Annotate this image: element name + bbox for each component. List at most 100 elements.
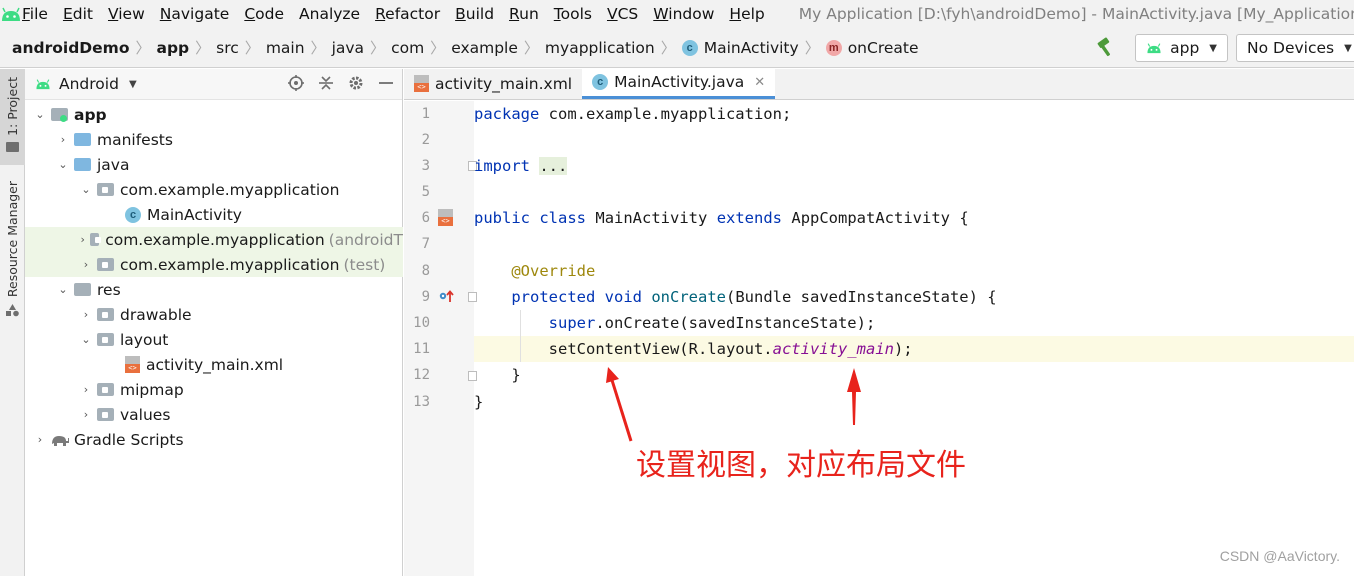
override-gutter-icon[interactable] (438, 289, 454, 303)
menu-edit[interactable]: Edit (63, 5, 93, 23)
chevron-right-icon[interactable]: › (33, 433, 47, 446)
breadcrumb-separator-icon: 〉 (660, 39, 676, 57)
tree-item-mainactivity[interactable]: c MainActivity (25, 202, 403, 227)
chevron-down-icon[interactable]: ⌄ (79, 183, 93, 196)
tree-item-gradle-scripts[interactable]: › Gradle Scripts (25, 427, 403, 452)
chevron-down-icon[interactable]: ⌄ (33, 108, 47, 121)
tree-item-label: app (74, 105, 107, 124)
code-field: activity_main (772, 340, 894, 358)
tree-item-res[interactable]: ⌄ res (25, 277, 403, 302)
android-icon (35, 78, 51, 90)
tree-item-layout[interactable]: ⌄ layout (25, 327, 403, 352)
code-text: MainActivity (595, 209, 708, 227)
close-icon[interactable]: ✕ (754, 75, 765, 90)
tree-item-values[interactable]: › values (25, 402, 403, 427)
tree-item-manifests[interactable]: › manifests (25, 127, 403, 152)
chevron-down-icon[interactable]: ▼ (129, 79, 137, 90)
code-line: package com.example.myapplication; (474, 101, 1354, 127)
folded-code[interactable]: ... (539, 157, 568, 175)
tree-item-package-test[interactable]: › com.example.myapplication (test) (25, 252, 403, 277)
chevron-down-icon[interactable]: ⌄ (56, 283, 70, 296)
hammer-build-icon[interactable] (1095, 37, 1117, 59)
menu-refactor[interactable]: Refactor (375, 5, 440, 23)
breadcrumb-java[interactable]: java (332, 39, 364, 57)
chevron-down-icon[interactable]: ⌄ (79, 333, 93, 346)
tab-resource-manager[interactable]: Resource Manager (0, 181, 25, 331)
menu-run[interactable]: Run (509, 5, 539, 23)
code-line: protected void onCreate(Bundle savedInst… (474, 284, 1354, 310)
line-number: 1 (421, 106, 430, 122)
chevron-right-icon[interactable]: › (79, 258, 93, 271)
breadcrumb-myapplication[interactable]: myapplication (545, 39, 655, 57)
tree-item-app[interactable]: ⌄ app (25, 102, 403, 127)
menu-navigate[interactable]: Navigate (160, 5, 230, 23)
editor-tabs: <> activity_main.xml c MainActivity.java… (404, 68, 1354, 100)
menu-bar: File Edit View Navigate Code Analyze Ref… (0, 0, 1354, 28)
tab-activity-main-xml[interactable]: <> activity_main.xml (404, 68, 582, 99)
folder-icon (74, 283, 91, 296)
tree-item-java[interactable]: ⌄ java (25, 152, 403, 177)
tab-project-label: 1: Project (5, 77, 20, 136)
device-select[interactable]: No Devices ▼ (1236, 34, 1354, 62)
locate-icon[interactable] (288, 74, 304, 95)
tree-item-package[interactable]: ⌄ com.example.myapplication (25, 177, 403, 202)
menu-window[interactable]: Window (653, 5, 714, 23)
menu-view[interactable]: View (108, 5, 145, 23)
menu-code[interactable]: Code (244, 5, 284, 23)
menu-vcs[interactable]: VCS (607, 5, 638, 23)
breadcrumb-method[interactable]: m onCreate (825, 39, 919, 57)
window-title: My Application [D:\fyh\androidDemo] - Ma… (798, 5, 1354, 23)
class-icon: c (592, 74, 609, 90)
chevron-right-icon[interactable]: › (56, 133, 70, 146)
menu-tools[interactable]: Tools (554, 5, 592, 23)
package-icon (97, 183, 114, 196)
chevron-down-icon: ▼ (1344, 42, 1352, 54)
collapse-all-icon[interactable] (318, 75, 334, 95)
breadcrumb-src[interactable]: src (216, 39, 239, 57)
chevron-right-icon[interactable]: › (79, 233, 86, 246)
tree-item-mipmap[interactable]: › mipmap (25, 377, 403, 402)
tab-mainactivity-java[interactable]: c MainActivity.java ✕ (582, 68, 776, 99)
code-line: import ... (474, 153, 1354, 179)
minimize-icon[interactable] (378, 75, 394, 95)
tree-item-label: com.example.myapplication (120, 180, 340, 199)
chevron-right-icon[interactable]: › (79, 408, 93, 421)
tree-item-label: MainActivity (147, 205, 242, 224)
tab-label: MainActivity.java (614, 73, 745, 91)
tree-item-drawable[interactable]: › drawable (25, 302, 403, 327)
code-text: } (511, 366, 521, 384)
menu-file[interactable]: File (22, 5, 48, 23)
breadcrumb-separator-icon: 〉 (370, 39, 386, 57)
breadcrumb-main[interactable]: main (266, 39, 305, 57)
chevron-down-icon[interactable]: ⌄ (56, 158, 70, 171)
chevron-right-icon[interactable]: › (79, 383, 93, 396)
project-panel-tools (288, 69, 394, 100)
breadcrumb-class[interactable]: c MainActivity (681, 39, 799, 57)
code-line: @Override (474, 258, 1354, 284)
breadcrumb-com[interactable]: com (391, 39, 424, 57)
code-area[interactable]: package com.example.myapplication; impor… (474, 101, 1354, 576)
run-configuration-select[interactable]: app ▼ (1135, 34, 1228, 62)
breadcrumb-separator-icon: 〉 (804, 39, 820, 57)
package-icon (97, 258, 114, 271)
breadcrumb-project[interactable]: androidDemo (12, 39, 129, 57)
tab-project[interactable]: 1: Project (0, 69, 25, 165)
breadcrumb-module[interactable]: app (156, 39, 189, 57)
project-view-select[interactable]: Android (59, 75, 119, 93)
chevron-right-icon[interactable]: › (79, 308, 93, 321)
menu-analyze[interactable]: Analyze (299, 5, 360, 23)
run-configuration-value: app (1170, 39, 1200, 57)
code-text: setContentView(R.layout. (548, 340, 773, 358)
gear-icon[interactable] (348, 75, 364, 95)
project-panel-header: Android ▼ (25, 69, 402, 100)
code-text: } (474, 393, 484, 411)
menu-help[interactable]: Help (729, 5, 764, 23)
code-annotation: @Override (511, 262, 596, 280)
breadcrumb-example[interactable]: example (451, 39, 518, 57)
tree-item-package-androidtest[interactable]: › com.example.myapplication (androidT (25, 227, 403, 252)
breadcrumb-separator-icon: 〉 (523, 39, 539, 57)
menu-build[interactable]: Build (455, 5, 494, 23)
xml-file-icon: <> (414, 75, 429, 92)
tree-item-activity-main-xml[interactable]: <> activity_main.xml (25, 352, 403, 377)
xml-layout-gutter-icon[interactable]: <> (438, 209, 459, 226)
